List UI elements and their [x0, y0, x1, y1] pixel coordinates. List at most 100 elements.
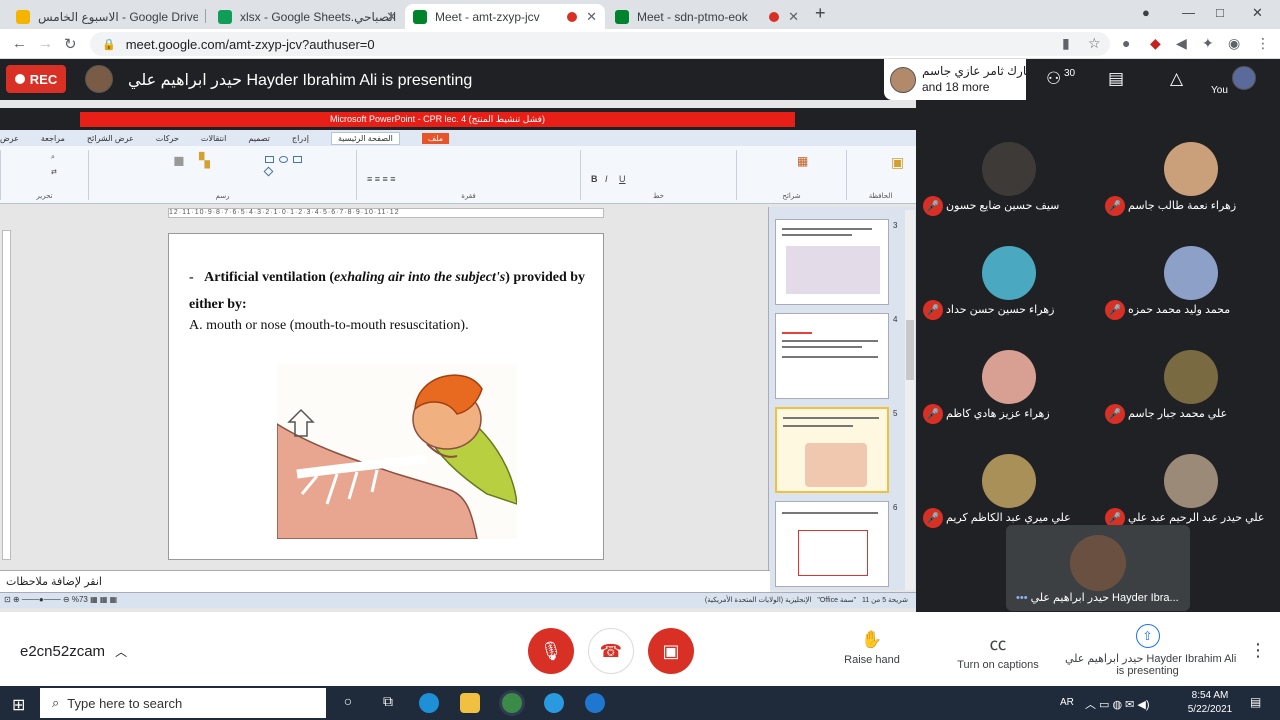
participant-tile[interactable]: 🎤 زهراء حسين حسن حداد — [916, 224, 1098, 328]
slide-thumbnail[interactable] — [775, 501, 889, 587]
ribbon-tab-transitions[interactable]: انتقالات — [201, 134, 226, 143]
participant-tile[interactable]: 🎤 علي ميري عبد الكاظم كريم — [916, 432, 1098, 536]
find-icon[interactable]: ⌕ — [51, 154, 55, 162]
close-icon[interactable]: ✕ — [586, 9, 597, 25]
tab-search-icon[interactable]: ● — [1142, 5, 1150, 20]
joiner-avatar — [890, 67, 916, 93]
close-icon[interactable]: ✕ — [386, 9, 397, 25]
cortana-icon[interactable]: ○ — [338, 693, 358, 713]
ribbon-tab-review[interactable]: مراجعة — [41, 134, 65, 143]
tray-icons[interactable]: ︿ ▭ ◍ ✉ ◀) — [1085, 696, 1150, 712]
hand-icon: ✋ — [861, 630, 883, 649]
participant-tile[interactable]: 🎤 سيف حسين ضايع حسون — [916, 120, 1098, 224]
ribbon-group-editing: ⌕ ⇄ تحرير — [0, 150, 88, 200]
recording-indicator[interactable]: REC — [6, 65, 66, 93]
join-notification[interactable]: تبارك ثامر عازي جاسم and 18 more — [884, 59, 1033, 100]
captions-button[interactable]: ㏄ Turn on captions — [946, 630, 1050, 671]
chrome-menu-icon[interactable]: ⋮ — [1256, 35, 1270, 52]
ribbon-tab-insert[interactable]: إدراج — [292, 134, 309, 143]
back-icon[interactable]: ← — [12, 35, 27, 52]
microphone-toggle-button[interactable]: 🎙 — [528, 628, 574, 674]
forward-icon[interactable]: → — [38, 35, 53, 52]
bold-button[interactable]: B — [591, 174, 598, 184]
thumbnail-scrollbar[interactable] — [905, 210, 915, 590]
url-input[interactable]: 🔒 meet.google.com/amt-zxyp-jcv?authuser=… — [90, 32, 1110, 56]
taskbar-clock[interactable]: 8:54 AM 5/22/2021 — [1186, 689, 1234, 717]
tab-google-sheets[interactable]: xlsx - Google Sheets.الصباحي ✕ — [210, 4, 405, 29]
quick-styles-icon[interactable]: ◼ — [173, 152, 185, 169]
chat-icon[interactable]: ▤ — [1108, 69, 1124, 89]
oval-shape-icon[interactable] — [279, 156, 288, 163]
align-icons[interactable]: ≡ ≡ ≡ ≡ — [367, 174, 396, 184]
bookmark-star-icon[interactable]: ☆ — [1088, 35, 1101, 52]
mic-off-icon: 🎙 — [539, 640, 563, 661]
rectangle-shape-icon[interactable] — [265, 156, 274, 163]
ribbon-tab-slideshow[interactable]: عرض الشرائح — [87, 134, 134, 143]
paste-icon[interactable]: ▣ — [891, 154, 904, 171]
slide-thumbnail[interactable] — [775, 313, 889, 399]
mic-off-icon: 🎤 — [1105, 404, 1125, 424]
app-icon[interactable] — [585, 693, 605, 713]
maximize-icon[interactable]: □ — [1216, 5, 1224, 20]
task-view-icon[interactable]: ⧉ — [378, 693, 398, 713]
puzzle-extension-icon[interactable]: ✦ — [1202, 35, 1214, 52]
edge-icon[interactable] — [419, 693, 439, 713]
telegram-icon[interactable] — [544, 693, 564, 713]
profile-avatar[interactable]: ◉ — [1228, 35, 1240, 52]
participant-tile[interactable]: 🎤 علي حيدر عبد الرحيم عبد علي — [1098, 432, 1280, 536]
file-explorer-icon[interactable] — [460, 693, 480, 713]
google-meet-icon — [615, 9, 629, 24]
window-close-icon[interactable]: ✕ — [1252, 5, 1263, 21]
taskbar-search-input[interactable]: ⌕ Type here to search — [40, 688, 326, 718]
diamond-shape-icon[interactable] — [263, 166, 274, 177]
microphone-icon[interactable]: ● — [1122, 35, 1130, 51]
ribbon-tab-animations[interactable]: حركات — [156, 134, 179, 143]
minimize-icon[interactable]: — — [1182, 5, 1195, 20]
new-slide-icon[interactable]: ▦ — [797, 154, 808, 168]
participant-tile[interactable]: 🎤 علي محمد جبار جاسم — [1098, 328, 1280, 432]
ribbon-tab-view[interactable]: عرض — [0, 134, 19, 143]
tab-meet-second[interactable]: Meet - sdn-ptmo-eok ✕ — [607, 4, 807, 29]
presenting-status-button[interactable]: ⇧ حيدر ابراهيم علي Hayder Ibrahim Ali is… — [1065, 624, 1236, 677]
underline-button[interactable]: U — [619, 174, 626, 184]
chrome-icon[interactable] — [502, 693, 522, 713]
rectangle-shape-icon[interactable] — [293, 156, 302, 163]
camera-toggle-button[interactable]: ▣ — [648, 628, 694, 674]
extension-shield-icon[interactable]: ◆ — [1150, 35, 1161, 52]
tab-meet-active[interactable]: Meet - amt-zxyp-jcv ✕ — [405, 4, 605, 29]
participant-tile[interactable]: 🎤 زهراء نعمة طالب جاسم — [1098, 120, 1280, 224]
arrange-icon[interactable]: ▚ — [199, 152, 210, 169]
participant-tile[interactable]: 🎤 محمد وليد محمد حمزه — [1098, 224, 1280, 328]
ribbon-tab-file[interactable]: ملف — [421, 132, 450, 144]
people-icon[interactable]: ⚇ — [1046, 69, 1061, 89]
italic-button[interactable]: I — [605, 174, 608, 184]
participant-tile[interactable]: 🎤 زهراء عزيز هادي كاظم — [916, 328, 1098, 432]
reload-icon[interactable]: ↻ — [64, 35, 77, 53]
meeting-details[interactable]: e2cn52zcam ︿ — [20, 643, 127, 660]
more-options-icon[interactable]: ⋮ — [1249, 640, 1267, 661]
slide-canvas[interactable]: - Artificial ventilation (exhaling air i… — [168, 233, 604, 560]
new-tab-button[interactable]: + — [815, 3, 826, 24]
notes-pane[interactable]: انقر لإضافة ملاحظات — [0, 570, 770, 592]
leave-call-button[interactable]: ☎ — [588, 628, 634, 674]
language-indicator[interactable]: AR — [1060, 697, 1074, 708]
activities-icon[interactable]: △ — [1170, 69, 1183, 89]
replace-icon[interactable]: ⇄ — [51, 168, 57, 176]
raise-hand-button[interactable]: ✋ Raise hand — [836, 630, 908, 666]
zoom-controls[interactable]: ⊡ ⊕ ───●─── ⊖ %73 ▦ ▦ ▦ — [4, 595, 117, 604]
slide-bullet-text: - Artificial ventilation (exhaling air i… — [189, 270, 586, 312]
tab-google-drive[interactable]: الاسبوع الخامس - Google Drive — [8, 4, 198, 29]
camera-icon[interactable]: ▮ — [1062, 35, 1070, 52]
self-avatar[interactable] — [1232, 66, 1256, 90]
ribbon-tab-design[interactable]: تصميم — [248, 134, 270, 143]
slide-thumbnail-selected[interactable] — [775, 407, 889, 493]
meeting-code: e2cn52zcam — [20, 643, 106, 660]
notification-center-icon[interactable]: ▤ — [1250, 695, 1261, 709]
self-view-tile[interactable]: ••• حيدر ابراهيم علي Hayder Ibra... — [1006, 525, 1190, 611]
windows-start-icon[interactable]: ⊞ — [12, 695, 25, 715]
close-icon[interactable]: ✕ — [788, 9, 799, 25]
ribbon-tab-home[interactable]: الصفحة الرئيسية — [330, 131, 400, 145]
slide-thumbnail[interactable] — [775, 219, 889, 305]
speaker-icon[interactable]: ◀ — [1176, 35, 1187, 52]
ppt-status-bar: ⊡ ⊕ ───●─── ⊖ %73 ▦ ▦ ▦ شريحة 5 من 11 "س… — [0, 592, 916, 608]
